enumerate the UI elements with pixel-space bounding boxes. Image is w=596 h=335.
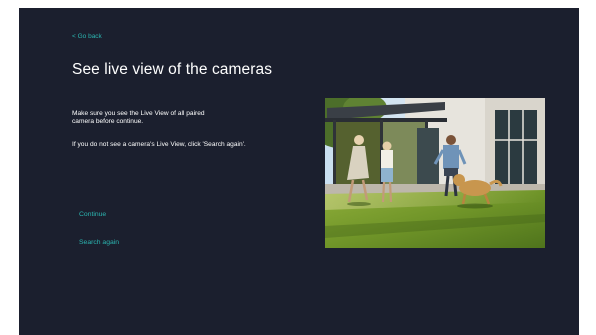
- camera-live-view: [325, 98, 545, 248]
- go-back-link[interactable]: < Go back: [72, 33, 102, 40]
- search-again-hint: If you do not see a camera's Live View, …: [72, 141, 246, 148]
- live-view-image: [325, 98, 545, 248]
- search-again-button[interactable]: Search again: [76, 239, 122, 246]
- camera-setup-screen: < Go back See live view of the cameras M…: [19, 8, 579, 335]
- page-title: See live view of the cameras: [72, 61, 273, 78]
- continue-button[interactable]: Continue: [76, 211, 109, 218]
- instructions-text: Make sure you see the Live View of all p…: [72, 110, 205, 126]
